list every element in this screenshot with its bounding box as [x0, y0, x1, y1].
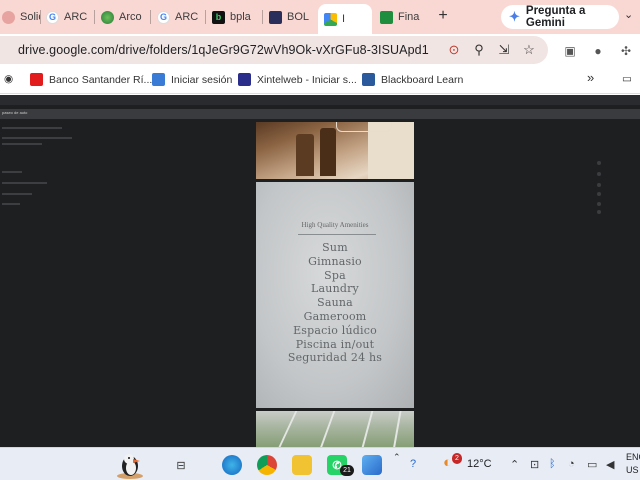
amenity-item: Espacio lúdico — [293, 323, 377, 337]
tab-bol[interactable]: BOL — [269, 4, 315, 30]
profile-icon[interactable]: ● — [590, 43, 606, 59]
folder-icon[interactable]: ▭ — [622, 73, 632, 85]
santander-icon — [30, 73, 43, 86]
photos-icon[interactable] — [362, 455, 382, 475]
bookmark-xintelweb[interactable]: Xintelweb - Iniciar s... — [238, 73, 357, 86]
tab-bpla[interactable]: b bpla — [212, 4, 260, 30]
amenities-list: Sum Gimnasio Spa Laundry Sauna Gameroom … — [256, 241, 414, 365]
amenity-item: Gameroom — [303, 309, 367, 323]
tab-solic[interactable]: Solic — [2, 4, 40, 30]
tab-arc-2[interactable]: G ARC — [157, 4, 203, 30]
browser-toolbar: drive.google.com/drive/folders/1qJeGr9G7… — [0, 34, 640, 66]
url-text: drive.google.com/drive/folders/1qJeGr9G7… — [18, 43, 429, 57]
amenity-item: Gimnasio — [308, 254, 362, 268]
usb-icon[interactable]: ⊡ — [530, 458, 539, 471]
bluetooth-icon[interactable]: ᛒ — [549, 458, 556, 470]
show-hidden-icons[interactable]: ⌃ — [510, 458, 519, 471]
globe-icon — [101, 10, 114, 24]
file-title: paseo de auto — [2, 110, 28, 115]
edge-icon[interactable] — [222, 455, 242, 475]
tab-search-icon[interactable]: ⌄ — [624, 8, 633, 21]
google-icon: G — [157, 10, 170, 24]
viewer-title-bar: paseo de auto — [0, 109, 640, 119]
windows-taskbar: ⊟ ✆ 21 ⌃ ? ◐ 2 12°C ⌃ ⊡ ᛒ ◔ ▭ ◀ ENG US — [0, 447, 640, 480]
drive-file-viewer: paseo de auto High Quality Amenities Sum… — [0, 95, 640, 447]
screen-capture-icon[interactable]: ⊙ — [446, 42, 462, 58]
zoom-icon[interactable]: ⚲ — [471, 42, 487, 58]
new-tab-button[interactable]: + — [434, 6, 452, 26]
blackboard-icon — [362, 73, 375, 86]
tab-strip: Solic G ARC Arco G ARC b bpla BOL I Fina… — [0, 0, 640, 34]
weather-badge: 2 — [452, 453, 462, 464]
volume-icon[interactable]: ◀ — [606, 458, 614, 471]
puzzle-icon[interactable]: ✣ — [618, 43, 634, 59]
amenities-divider — [298, 234, 376, 235]
extensions-icon[interactable]: ▣ — [562, 43, 578, 59]
viewer-top-bar — [0, 95, 640, 105]
language-region: US — [626, 465, 639, 475]
apps-icon[interactable]: ◉ — [4, 73, 13, 85]
gemini-button[interactable]: ✦ Pregunta a Gemini — [501, 5, 619, 29]
b-logo-icon: b — [212, 10, 225, 24]
whatsapp-badge: 21 — [340, 465, 354, 476]
amenity-item: Laundry — [311, 282, 359, 296]
google-icon: G — [46, 10, 59, 24]
gemini-sparkle-icon: ✦ — [509, 9, 520, 24]
more-bookmarks-button[interactable]: » — [587, 70, 594, 85]
bookmarks-bar: ◉ Banco Santander Rí... Iniciar sesión X… — [0, 66, 640, 94]
tab-fina[interactable]: Fina — [380, 4, 426, 30]
shield-favicon-icon — [269, 10, 282, 24]
bookmark-star-icon[interactable]: ☆ — [521, 42, 537, 58]
tab-google-drive[interactable]: I — [318, 4, 372, 34]
amenity-item: Piscina in/out — [295, 337, 375, 351]
sheets-icon — [380, 10, 393, 24]
address-bar[interactable]: drive.google.com/drive/folders/1qJeGr9G7… — [0, 36, 548, 64]
amenities-title: High Quality Amenities — [301, 221, 369, 229]
weather-icon[interactable]: ◐ — [443, 454, 452, 471]
tray-overflow-icon[interactable]: ⌃ — [393, 452, 401, 463]
bookmark-iniciar-sesion[interactable]: Iniciar sesión — [152, 73, 232, 86]
brochure-page-amenities: High Quality Amenities Sum Gimnasio Spa … — [256, 182, 414, 408]
amenity-item: Sum — [322, 241, 348, 254]
tab-arc-1[interactable]: G ARC — [46, 4, 92, 30]
bookmark-santander[interactable]: Banco Santander Rí... — [30, 73, 152, 86]
temperature-text: 12°C — [467, 458, 492, 470]
google-drive-icon — [324, 12, 337, 26]
battery-icon[interactable]: ▭ — [587, 458, 597, 471]
help-icon[interactable]: ? — [410, 458, 416, 470]
file-explorer-icon[interactable] — [292, 455, 312, 475]
pink-favicon-icon — [2, 10, 15, 24]
amenity-item: Seguridad 24 hs — [287, 351, 383, 365]
amenity-item: Sauna — [317, 296, 353, 310]
brochure-page-interior-photo — [256, 122, 414, 179]
wifi-icon[interactable]: ◔ — [568, 458, 575, 470]
bookmark-blackboard[interactable]: Blackboard Learn — [362, 73, 463, 86]
language-indicator[interactable]: ENG — [626, 452, 640, 462]
xintelweb-icon — [238, 73, 251, 86]
install-app-icon[interactable]: ⇲ — [496, 42, 512, 58]
task-view-icon[interactable]: ⊟ — [171, 455, 191, 475]
amenity-item: Spa — [324, 268, 346, 282]
tab-arco[interactable]: Arco — [101, 4, 147, 30]
login-icon — [152, 73, 165, 86]
puffin-widget-icon[interactable] — [113, 450, 147, 480]
brochure-page-skylight-photo — [256, 411, 414, 447]
chrome-icon[interactable] — [257, 455, 277, 475]
